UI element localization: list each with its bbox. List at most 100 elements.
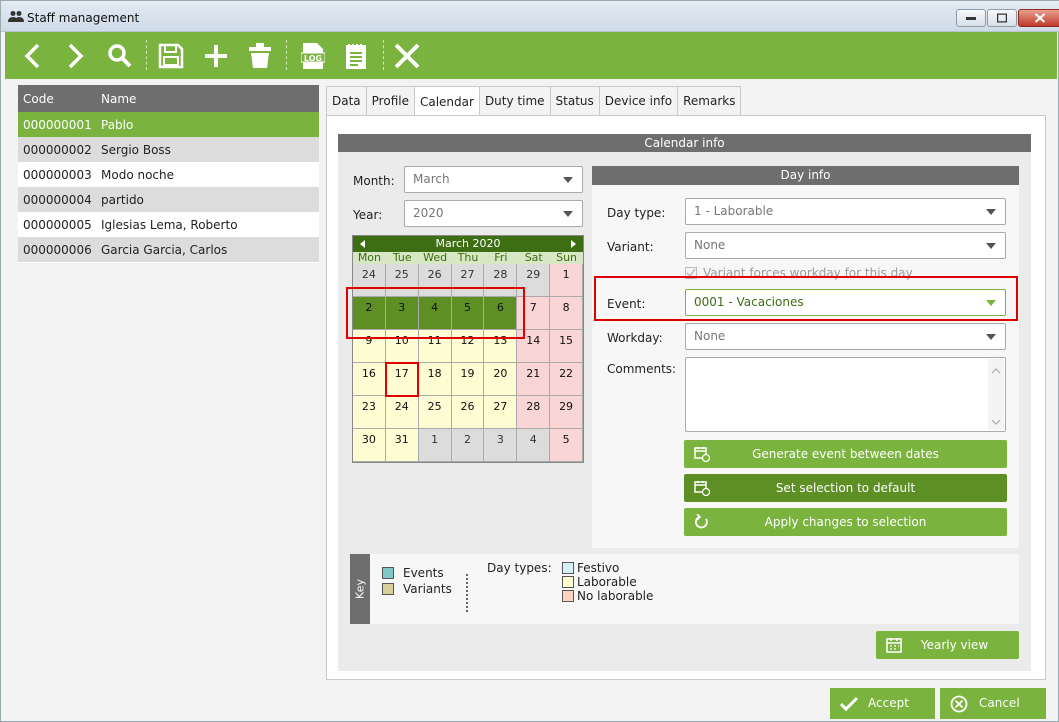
forward-icon [68,43,84,69]
day-info-title: Day info [592,166,1019,185]
calendar-day-cell[interactable]: 22 [550,363,583,396]
calendar-day-cell[interactable]: 27 [451,264,485,297]
calendar-day-cell[interactable]: 12 [451,330,485,363]
back-button[interactable] [15,38,51,74]
calendar-day-cell[interactable]: 27 [484,396,518,429]
calendar-day-cell[interactable]: 29 [517,264,551,297]
column-header-name[interactable]: Name [101,92,136,106]
calendar-day-cell[interactable]: 20 [484,363,518,396]
tab-data[interactable]: Data [326,86,367,115]
calendar-day-cell[interactable]: 24 [353,264,386,297]
calendar-day-cell[interactable]: 11 [418,330,452,363]
calendar-day-cell[interactable]: 3 [484,429,518,462]
calendar-day-cell[interactable]: 23 [353,396,386,429]
calendar-day-cell[interactable]: 3 [385,297,419,330]
year-value: 2020 [413,206,444,220]
search-button[interactable] [102,38,138,74]
calendar-day-cell[interactable]: 28 [517,396,551,429]
calendar-day-cell[interactable]: 17 [385,363,419,396]
calendar-day-cell[interactable]: 2 [353,297,386,330]
calendar-day-cell[interactable]: 26 [418,264,452,297]
apply-changes-button[interactable]: Apply changes to selection [684,508,1007,536]
calendar-day-cell[interactable]: 7 [517,297,551,330]
tab-status[interactable]: Status [549,86,600,115]
forward-button[interactable] [57,38,93,74]
calendar-day-cell[interactable]: 26 [451,396,485,429]
delete-button[interactable] [242,38,278,74]
calendar-day-cell[interactable]: 25 [385,264,419,297]
close-form-button[interactable] [389,38,425,74]
calendar-day-cell[interactable]: 2 [451,429,485,462]
calendar-day-cell[interactable]: 21 [517,363,551,396]
calendar-day-cell[interactable]: 18 [418,363,452,396]
comments-textarea[interactable] [685,357,1006,432]
festivo-label: Festivo [577,561,620,575]
chevron-down-icon [986,334,996,340]
tab-duty-time[interactable]: Duty time [478,86,551,115]
event-select[interactable]: 0001 - Vacaciones [685,289,1006,316]
minimize-icon [966,17,976,20]
table-row[interactable]: 000000005 Iglesias Lema, Roberto [18,212,319,237]
calendar-day-cell[interactable]: 10 [385,330,419,363]
cancel-button[interactable]: Cancel [940,688,1046,719]
year-select[interactable]: 2020 [404,200,583,227]
calendar-day-cell[interactable]: 24 [385,396,419,429]
calendar-day-cell[interactable]: 25 [418,396,452,429]
table-row[interactable]: 000000002 Sergio Boss [18,137,319,162]
day-type-select[interactable]: 1 - Laborable [685,198,1006,225]
set-selection-default-button[interactable]: Set selection to default [684,474,1007,502]
calendar-day-cell[interactable]: 28 [484,264,518,297]
log-button[interactable]: LOG [295,38,331,74]
calendar-day-cell[interactable]: 8 [550,297,583,330]
comments-scrollbar[interactable] [988,359,1004,430]
table-row[interactable]: 000000001 Pablo [18,112,319,137]
calendar-day-cell[interactable]: 14 [517,330,551,363]
yearly-view-button[interactable]: Yearly view [876,631,1019,659]
calendar-day-cell[interactable]: 19 [451,363,485,396]
month-select[interactable]: March [404,166,583,193]
tab-remarks[interactable]: Remarks [677,86,742,115]
calendar-day-cell[interactable]: 1 [550,264,583,297]
workday-select[interactable]: None [685,323,1006,350]
minimize-button[interactable] [956,9,986,27]
calendar-day-cell[interactable]: 6 [484,297,518,330]
column-header-code[interactable]: Code [18,92,101,106]
maximize-icon [997,13,1007,23]
tab-profile[interactable]: Profile [365,86,415,115]
calendar-day-cell[interactable]: 13 [484,330,518,363]
toolbar-separator [286,40,287,70]
calendar-day-cell[interactable]: 4 [418,297,452,330]
variant-forces-checkbox[interactable] [685,267,697,279]
generate-event-button[interactable]: Generate event between dates [684,440,1007,468]
calendar-clock-icon [694,447,710,462]
variants-label: Variants [403,582,452,596]
close-window-button[interactable] [1018,9,1059,27]
calendar-day-cell[interactable]: 4 [517,429,551,462]
checkmark-icon [840,696,858,712]
calendar-day-cell[interactable]: 9 [353,330,386,363]
calendar-day-cell[interactable]: 31 [385,429,419,462]
calendar-day-cell[interactable]: 5 [451,297,485,330]
maximize-button[interactable] [987,9,1017,27]
calendar-day-cell[interactable]: 5 [550,429,583,462]
variant-select[interactable]: None [685,232,1006,259]
accept-button[interactable]: Accept [830,688,935,719]
calendar-day-cell[interactable]: 1 [418,429,452,462]
report-button[interactable] [338,38,374,74]
table-row[interactable]: 000000006 Garcia Garcia, Carlos [18,237,319,262]
next-month-icon[interactable] [571,240,576,248]
table-row[interactable]: 000000004 partido [18,187,319,212]
comments-label: Comments: [607,362,677,376]
calendar-day-cell[interactable]: 30 [353,429,386,462]
calendar-day-cell[interactable]: 16 [353,363,386,396]
calendar-day-cell[interactable]: 15 [550,330,583,363]
tab-calendar[interactable]: Calendar [413,86,480,116]
tab-device-info[interactable]: Device info [598,86,679,115]
events-label: Events [403,566,444,580]
save-button[interactable] [153,38,189,74]
prev-month-icon[interactable] [360,240,365,248]
add-button[interactable] [198,38,234,74]
table-row[interactable]: 000000003 Modo noche [18,162,319,187]
variant-forces-label: Variant forces workday for this day [703,266,913,280]
calendar-day-cell[interactable]: 29 [550,396,583,429]
